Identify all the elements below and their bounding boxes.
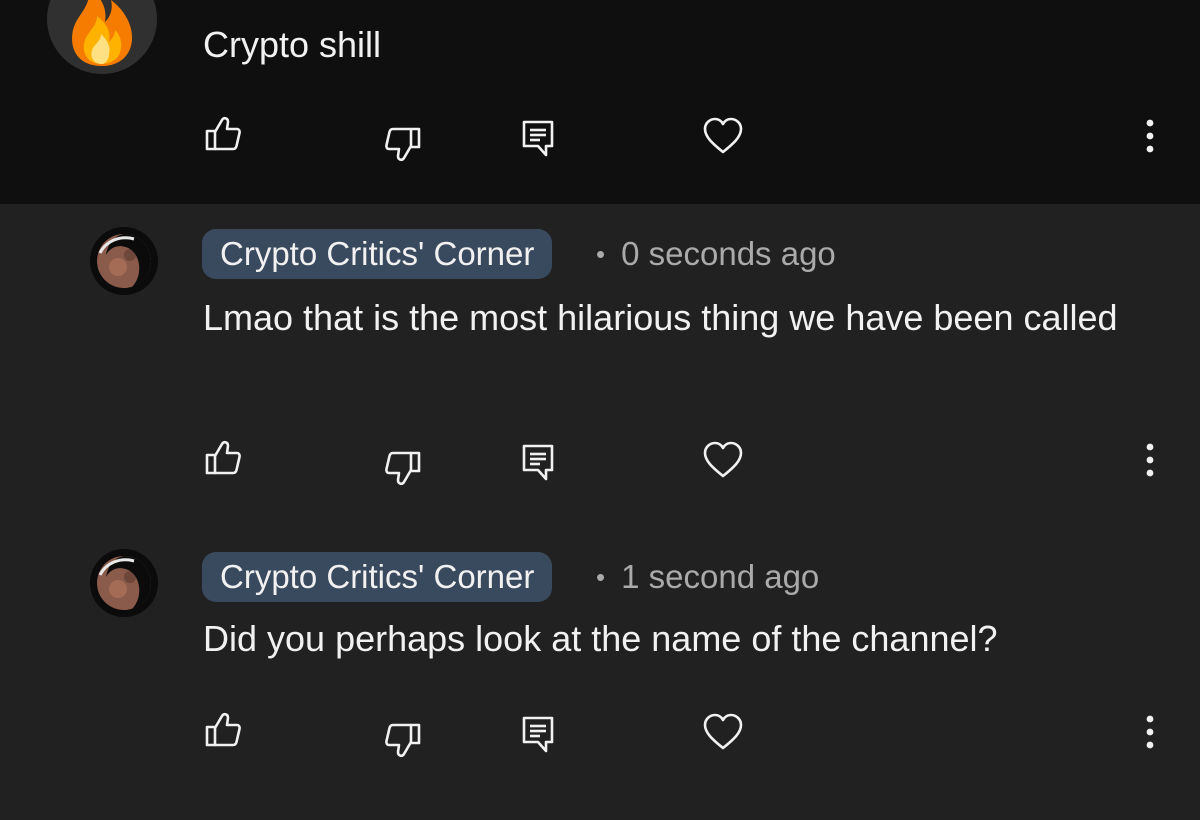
- comment-meta: • 0 seconds ago: [596, 229, 836, 279]
- reply-icon[interactable]: [516, 116, 560, 160]
- comment-text: Did you perhaps look at the name of the …: [203, 618, 998, 659]
- author-chip[interactable]: Crypto Critics' Corner: [202, 229, 553, 279]
- thumbs-down-icon[interactable]: [381, 718, 425, 762]
- thumbs-up-icon[interactable]: [201, 708, 245, 752]
- comment-thread: Crypto shill Crypto Critics' Corner • 0 …: [0, 0, 1200, 820]
- thumbs-down-icon[interactable]: [381, 446, 425, 490]
- reply-icon[interactable]: [516, 440, 560, 484]
- meta-separator: •: [596, 562, 606, 592]
- heart-icon[interactable]: [701, 710, 745, 754]
- heart-icon[interactable]: [701, 438, 745, 482]
- meta-separator: •: [596, 239, 606, 269]
- timestamp[interactable]: 0 seconds ago: [621, 235, 836, 272]
- author-chip[interactable]: Crypto Critics' Corner: [202, 552, 553, 602]
- timestamp[interactable]: 1 second ago: [621, 558, 819, 595]
- reply-comment: Crypto Critics' Corner • 0 seconds ago Lm…: [0, 204, 1200, 504]
- reply-comment: Crypto Critics' Corner • 1 second ago Did…: [0, 527, 1200, 820]
- moon-eclipse-avatar[interactable]: [90, 549, 158, 617]
- comment-text: Crypto shill: [203, 24, 382, 65]
- thumbs-down-icon[interactable]: [381, 122, 425, 166]
- heart-icon[interactable]: [701, 114, 745, 158]
- fire-emoji-avatar[interactable]: [47, 0, 157, 74]
- more-vertical-icon[interactable]: [1128, 438, 1172, 482]
- thumbs-up-icon[interactable]: [201, 112, 245, 156]
- comment-meta: • 1 second ago: [596, 552, 819, 602]
- top-comment: Crypto shill: [0, 0, 1200, 204]
- more-vertical-icon[interactable]: [1128, 710, 1172, 754]
- reply-icon[interactable]: [516, 712, 560, 756]
- thumbs-up-icon[interactable]: [201, 436, 245, 480]
- comment-text: Lmao that is the most hilarious thing we…: [203, 297, 1118, 338]
- moon-eclipse-avatar[interactable]: [90, 227, 158, 295]
- more-vertical-icon[interactable]: [1128, 114, 1172, 158]
